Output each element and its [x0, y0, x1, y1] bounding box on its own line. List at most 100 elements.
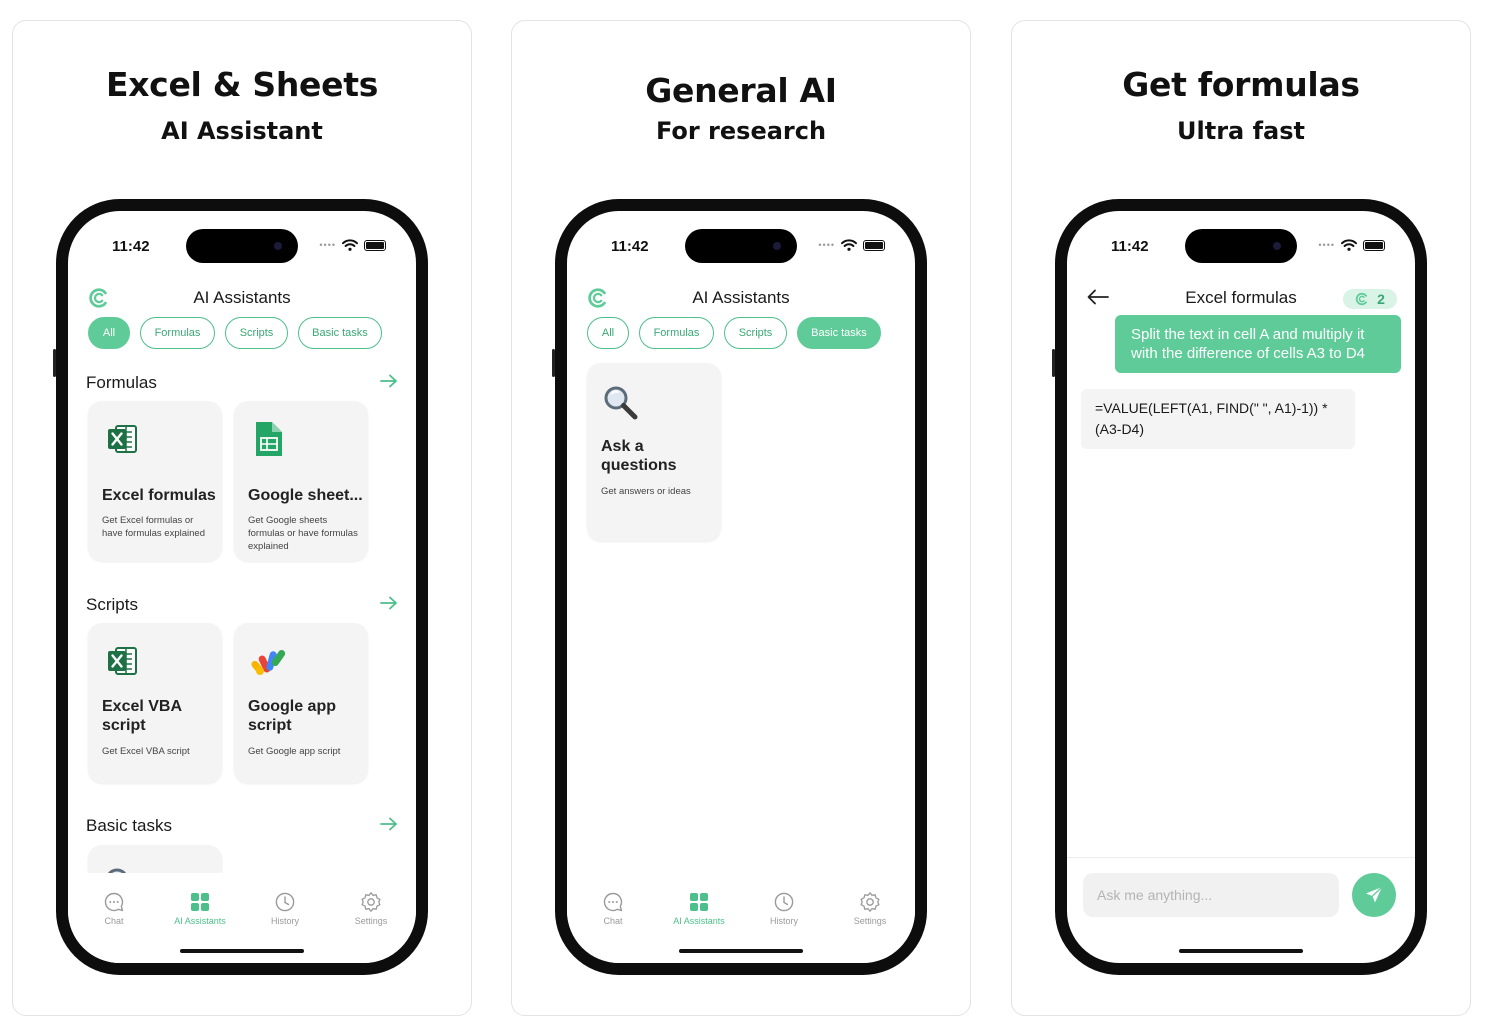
tab-chat[interactable]: Chat [575, 891, 651, 926]
screen-title: AI Assistants [193, 288, 291, 307]
tab-history[interactable]: History [247, 891, 323, 926]
clock-icon [274, 891, 296, 913]
tab-label: Chat [104, 916, 124, 926]
see-all-basic-tasks-arrow-icon[interactable] [380, 817, 398, 831]
status-time: 11:42 [112, 238, 150, 255]
chat-bubble-icon [103, 891, 125, 913]
excel-icon [102, 641, 142, 681]
credits-badge[interactable]: 2 [1343, 289, 1397, 309]
tab-label: History [769, 916, 798, 926]
google-apps-script-icon [248, 641, 288, 681]
tab-chat[interactable]: Chat [76, 891, 152, 926]
tab-label: History [270, 916, 299, 926]
status-time: 11:42 [1111, 238, 1149, 255]
filter-chips: All Formulas Scripts Basic tasks [88, 317, 382, 349]
status-icons: •••• [319, 239, 386, 251]
phone-screen: 11:42 •••• AI Assistants All Formulas Sc… [68, 211, 416, 963]
tab-ai-assistants[interactable]: AI Assistants [162, 891, 238, 926]
chip-basic-tasks[interactable]: Basic tasks [298, 317, 382, 349]
section-title-scripts: Scripts [86, 595, 138, 614]
battery-icon [1363, 239, 1385, 251]
screen-title: AI Assistants [692, 288, 790, 307]
phone-screen: 11:42 •••• Excel formulas 2 Split the te… [1067, 211, 1415, 963]
grid-icon [688, 891, 710, 913]
chip-formulas[interactable]: Formulas [639, 317, 714, 349]
chip-scripts[interactable]: Scripts [724, 317, 787, 349]
signal-icon: •••• [1318, 240, 1335, 250]
see-all-scripts-arrow-icon[interactable] [380, 596, 398, 610]
composer-divider [1067, 857, 1415, 858]
tab-settings[interactable]: Settings [832, 891, 908, 926]
promo-subheadline: Ultra fast [1177, 117, 1305, 145]
excel-icon [102, 419, 142, 459]
tile-description: Get answers or ideas [601, 486, 691, 497]
battery-icon [364, 239, 386, 251]
tile-description: Get Google app script [248, 746, 341, 757]
tab-bar: Chat AI Assistants History Settings [567, 873, 915, 963]
tab-bar: Chat AI Assistants History Settings [68, 873, 416, 963]
chip-basic-tasks[interactable]: Basic tasks [797, 317, 881, 349]
promo-subheadline: AI Assistant [161, 117, 323, 145]
see-all-formulas-arrow-icon[interactable] [380, 374, 398, 388]
chip-formulas[interactable]: Formulas [140, 317, 215, 349]
tile-title: Excel formulas [102, 487, 216, 504]
home-indicator [180, 949, 304, 953]
signal-icon: •••• [319, 240, 336, 250]
phone-frame: 11:42 •••• AI Assistants All Formulas Sc… [552, 199, 927, 975]
dynamic-island [685, 229, 797, 263]
promo-headline: Excel & Sheets [105, 65, 379, 104]
tab-settings[interactable]: Settings [333, 891, 409, 926]
assistant-tile-excel-formulas[interactable]: Excel formulas Get Excel formulas or hav… [88, 401, 222, 561]
wifi-icon [342, 239, 358, 251]
assistant-tile-google-sheets[interactable]: Google sheet... Get Google sheets formul… [234, 401, 368, 561]
status-icons: •••• [818, 239, 885, 251]
promo-card-get-formulas: Get formulas Ultra fast 11:42 •••• Excel… [1011, 20, 1471, 1016]
chip-scripts[interactable]: Scripts [225, 317, 288, 349]
tile-title: Excel VBA script [102, 698, 182, 734]
tile-title: Google sheet... [248, 487, 363, 504]
tab-label: Chat [603, 916, 623, 926]
wifi-icon [841, 239, 857, 251]
tile-title: Google app script [248, 698, 336, 734]
chip-all[interactable]: All [88, 317, 130, 349]
message-input[interactable] [1083, 873, 1339, 917]
assistant-tile-excel-vba[interactable]: Excel VBA script Get Excel VBA script [88, 623, 222, 783]
section-title-formulas: Formulas [86, 373, 157, 392]
app-logo-icon [1355, 292, 1369, 306]
tile-description: Get Google sheets formulas or have formu… [248, 515, 358, 552]
promo-headline: General AI [645, 71, 837, 110]
grid-icon [189, 891, 211, 913]
home-indicator [679, 949, 803, 953]
send-button[interactable] [1352, 873, 1396, 917]
phone-frame: 11:42 •••• AI Assistants All Formulas Sc… [53, 199, 428, 975]
promo-subheadline: For research [655, 117, 827, 145]
home-indicator [1179, 949, 1303, 953]
assistant-message-bubble: =VALUE(LEFT(A1, FIND(" ", A1)-1)) * (A3-… [1081, 389, 1355, 449]
tab-label: AI Assistants [174, 916, 226, 926]
status-icons: •••• [1318, 239, 1385, 251]
promo-headline: Get formulas [1122, 65, 1360, 104]
section-title-basic-tasks: Basic tasks [86, 816, 172, 835]
battery-icon [863, 239, 885, 251]
tile-description: Get Excel VBA script [102, 746, 190, 757]
chip-all[interactable]: All [587, 317, 629, 349]
user-message-bubble: Split the text in cell A and multiply it… [1115, 315, 1401, 373]
google-sheets-icon [248, 419, 288, 459]
tab-ai-assistants[interactable]: AI Assistants [661, 891, 737, 926]
phone-screen: 11:42 •••• AI Assistants All Formulas Sc… [567, 211, 915, 963]
dynamic-island [186, 229, 298, 263]
credits-count: 2 [1377, 291, 1385, 307]
signal-icon: •••• [818, 240, 835, 250]
clock-icon [773, 891, 795, 913]
assistant-tile-ask-questions[interactable]: Ask a questions Get answers or ideas [587, 363, 721, 541]
dynamic-island [1185, 229, 1297, 263]
tile-title: Ask a questions [601, 438, 677, 474]
gear-icon [360, 891, 382, 913]
promo-card-general-ai: General AI For research 11:42 •••• AI As… [511, 20, 971, 1016]
magnifier-icon [601, 383, 641, 423]
assistant-tile-google-app-script[interactable]: Google app script Get Google app script [234, 623, 368, 783]
tab-label: AI Assistants [673, 916, 725, 926]
phone-frame: 11:42 •••• Excel formulas 2 Split the te… [1052, 199, 1427, 975]
wifi-icon [1341, 239, 1357, 251]
tab-history[interactable]: History [746, 891, 822, 926]
